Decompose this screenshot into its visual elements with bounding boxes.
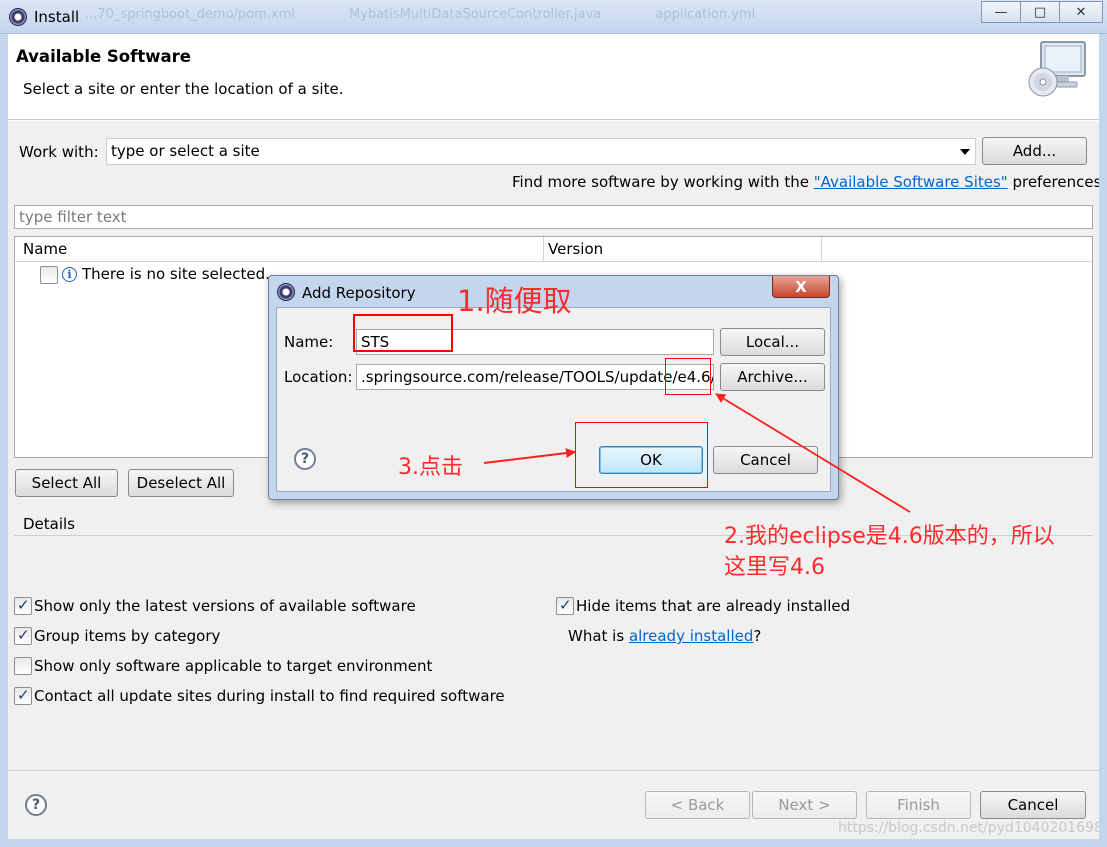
latest-versions-checkbox[interactable] (14, 596, 32, 615)
cancel-button[interactable]: Cancel (980, 791, 1086, 819)
ok-highlight-box (575, 422, 708, 488)
hide-installed-label: Hide items that are already installed (576, 597, 851, 615)
info-icon: i (62, 267, 77, 282)
name-label: Name: (284, 333, 334, 351)
dialog-title: Add Repository (302, 284, 416, 302)
select-all-button[interactable]: Select All (15, 469, 118, 497)
eclipse-icon (277, 283, 295, 301)
window-titlebar: Install ...70_springboot_demo/pom.xml My… (0, 0, 1107, 34)
chevron-down-icon[interactable] (960, 149, 970, 155)
details-label: Details (23, 515, 76, 533)
find-more-prefix: Find more software by working with the (512, 173, 814, 191)
back-button[interactable]: < Back (645, 791, 750, 819)
what-is-prefix: What is (568, 627, 629, 645)
annotation-step2: 2.我的eclipse是4.6版本的，所以 这里写4.6 (724, 521, 1055, 583)
find-more-suffix: preferences. (1007, 173, 1107, 191)
dialog-help-icon[interactable]: ? (294, 448, 316, 470)
background-tabs: ...70_springboot_demo/pom.xml MybatisMul… (85, 7, 820, 27)
annotation-step1: 1.随便取 (457, 284, 572, 318)
minimize-button[interactable]: — (981, 1, 1021, 23)
column-divider[interactable] (543, 237, 544, 262)
work-with-label: Work with: (19, 143, 99, 161)
local-button[interactable]: Local... (720, 328, 825, 356)
latest-versions-label: Show only the latest versions of availab… (34, 597, 416, 615)
table-header: Name Version (15, 237, 1092, 262)
group-by-category-checkbox[interactable] (14, 626, 32, 645)
column-divider[interactable] (821, 237, 822, 262)
location-label: Location: (284, 368, 353, 386)
target-environment-label: Show only software applicable to target … (34, 657, 433, 675)
eclipse-icon (9, 8, 27, 26)
background-tab: MybatisMultiDataSourceController.java (349, 7, 602, 22)
maximize-button[interactable]: □ (1020, 1, 1060, 23)
software-cd-monitor-icon (1028, 41, 1086, 97)
wizard-header: Available Software Select a site or ente… (8, 34, 1099, 120)
window-title: Install (34, 8, 80, 26)
find-more-text: Find more software by working with the "… (512, 173, 1106, 191)
already-installed-link[interactable]: already installed (629, 627, 753, 645)
annotation-step3: 3.点击 (398, 455, 463, 480)
column-header-version[interactable]: Version (548, 240, 603, 258)
archive-button[interactable]: Archive... (720, 363, 825, 391)
deselect-all-button[interactable]: Deselect All (128, 469, 234, 497)
annotation-step2-line2: 这里写4.6 (724, 555, 825, 580)
available-software-sites-link[interactable]: "Available Software Sites" (814, 173, 1008, 191)
target-environment-checkbox[interactable] (14, 657, 32, 675)
close-window-button[interactable]: ✕ (1059, 1, 1103, 23)
background-tab: application.yml (655, 7, 756, 22)
name-highlight-box (353, 314, 453, 352)
group-by-category-label: Group items by category (34, 627, 221, 645)
what-is-suffix: ? (753, 627, 762, 645)
watermark-text: https://blog.csdn.net/pyd1040201698 (838, 820, 1103, 836)
help-icon[interactable]: ? (25, 794, 47, 816)
contact-update-sites-label: Contact all update sites during install … (34, 687, 505, 705)
column-header-name[interactable]: Name (23, 240, 67, 258)
footer-separator (8, 770, 1099, 771)
hide-installed-checkbox[interactable] (556, 596, 574, 615)
annotation-step2-line1: 2.我的eclipse是4.6版本的，所以 (724, 524, 1055, 549)
finish-button[interactable]: Finish (866, 791, 971, 819)
page-title: Available Software (16, 47, 191, 66)
contact-update-sites-checkbox[interactable] (14, 686, 32, 705)
filter-input[interactable]: type filter text (14, 205, 1093, 229)
window-controls: — □ ✕ (981, 1, 1103, 23)
add-site-button[interactable]: Add... (982, 137, 1087, 165)
dialog-close-button[interactable]: X (772, 276, 830, 298)
dialog-cancel-button[interactable]: Cancel (713, 446, 818, 474)
work-with-value: type or select a site (111, 142, 260, 160)
page-subtitle: Select a site or enter the location of a… (23, 80, 344, 98)
background-tab: ...70_springboot_demo/pom.xml (85, 7, 295, 22)
version-highlight-box (665, 358, 711, 395)
next-button[interactable]: Next > (752, 791, 857, 819)
work-with-combo[interactable]: type or select a site (106, 138, 976, 165)
table-row-checkbox[interactable] (40, 266, 58, 284)
what-is-installed-text: What is already installed? (568, 627, 761, 645)
location-field[interactable]: .springsource.com/release/TOOLS/update/e… (356, 364, 714, 390)
table-row-text: There is no site selected. (82, 265, 270, 283)
